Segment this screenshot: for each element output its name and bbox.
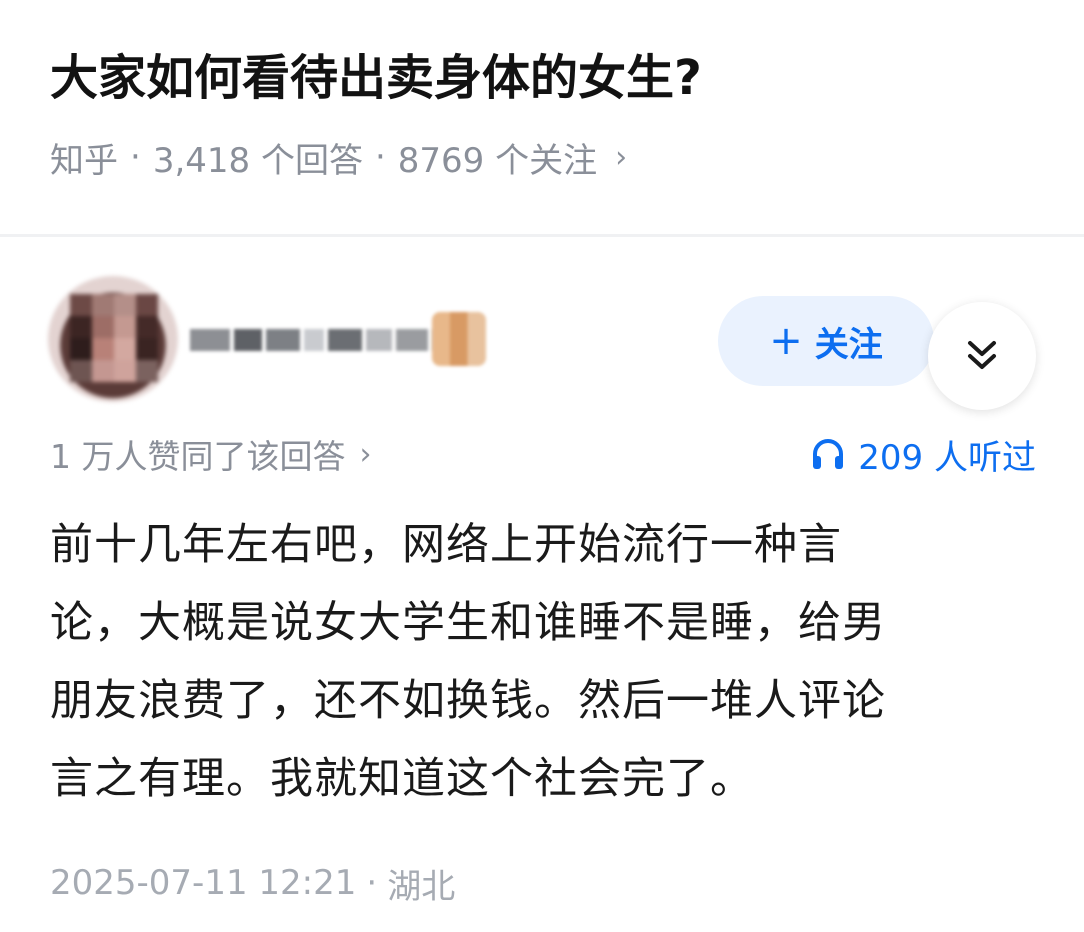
follow-label: 关注	[814, 324, 883, 365]
plus-icon: +	[769, 318, 803, 364]
double-chevron-down-icon	[968, 341, 996, 369]
source-label: 知乎	[50, 140, 118, 181]
author-badge-icon	[432, 312, 486, 366]
question-title[interactable]: 大家如何看待出卖身体的女生?	[50, 42, 1050, 114]
divider	[0, 234, 1084, 237]
chevron-right-icon: ›	[359, 436, 372, 472]
avatar[interactable]	[48, 276, 178, 402]
followers-count: 8769 个关注	[397, 140, 598, 181]
chevron-right-icon: ›	[615, 139, 628, 175]
separator: ·	[366, 863, 378, 903]
answer-line: 朋友浪费了，还不如换钱。然后一堆人评论	[50, 676, 886, 726]
answer-line: 论，大概是说女大学生和谁睡不是睡，给男	[50, 598, 886, 648]
location: 湖北	[387, 866, 456, 907]
listen-count: 209 人听过	[858, 437, 1036, 478]
upvote-summary[interactable]: 1 万人赞同了该回答 ›	[50, 428, 372, 480]
answer-line: 言之有理。我就知道这个社会完了。	[50, 754, 754, 804]
separator: ·	[130, 137, 141, 177]
listen-button[interactable]: 209 人听过	[810, 428, 1036, 480]
answer-content[interactable]: 前十几年左右吧，网络上开始流行一种言 论，大概是说女大学生和谁睡不是睡，给男 朋…	[50, 506, 1040, 818]
question-meta[interactable]: 知乎 · 3,418 个回答 · 8769 个关注 ›	[50, 132, 627, 182]
answer-footer: 2025-07-11 12:21 · 湖北	[50, 856, 455, 910]
upvote-count: 1 万人赞同了该回答	[50, 437, 346, 476]
answer-stats: 1 万人赞同了该回答 › 209 人听过	[50, 428, 1040, 480]
answer-line: 前十几年左右吧，网络上开始流行一种言	[50, 520, 842, 570]
headphones-icon	[813, 439, 844, 469]
follow-button[interactable]: + 关注	[718, 296, 934, 386]
author-name[interactable]	[190, 314, 454, 366]
timestamp: 2025-07-11 12:21	[50, 863, 357, 903]
author-info[interactable]	[30, 272, 570, 412]
answers-count: 3,418 个回答	[152, 140, 363, 181]
separator: ·	[374, 137, 386, 177]
expand-button[interactable]	[928, 302, 1036, 410]
